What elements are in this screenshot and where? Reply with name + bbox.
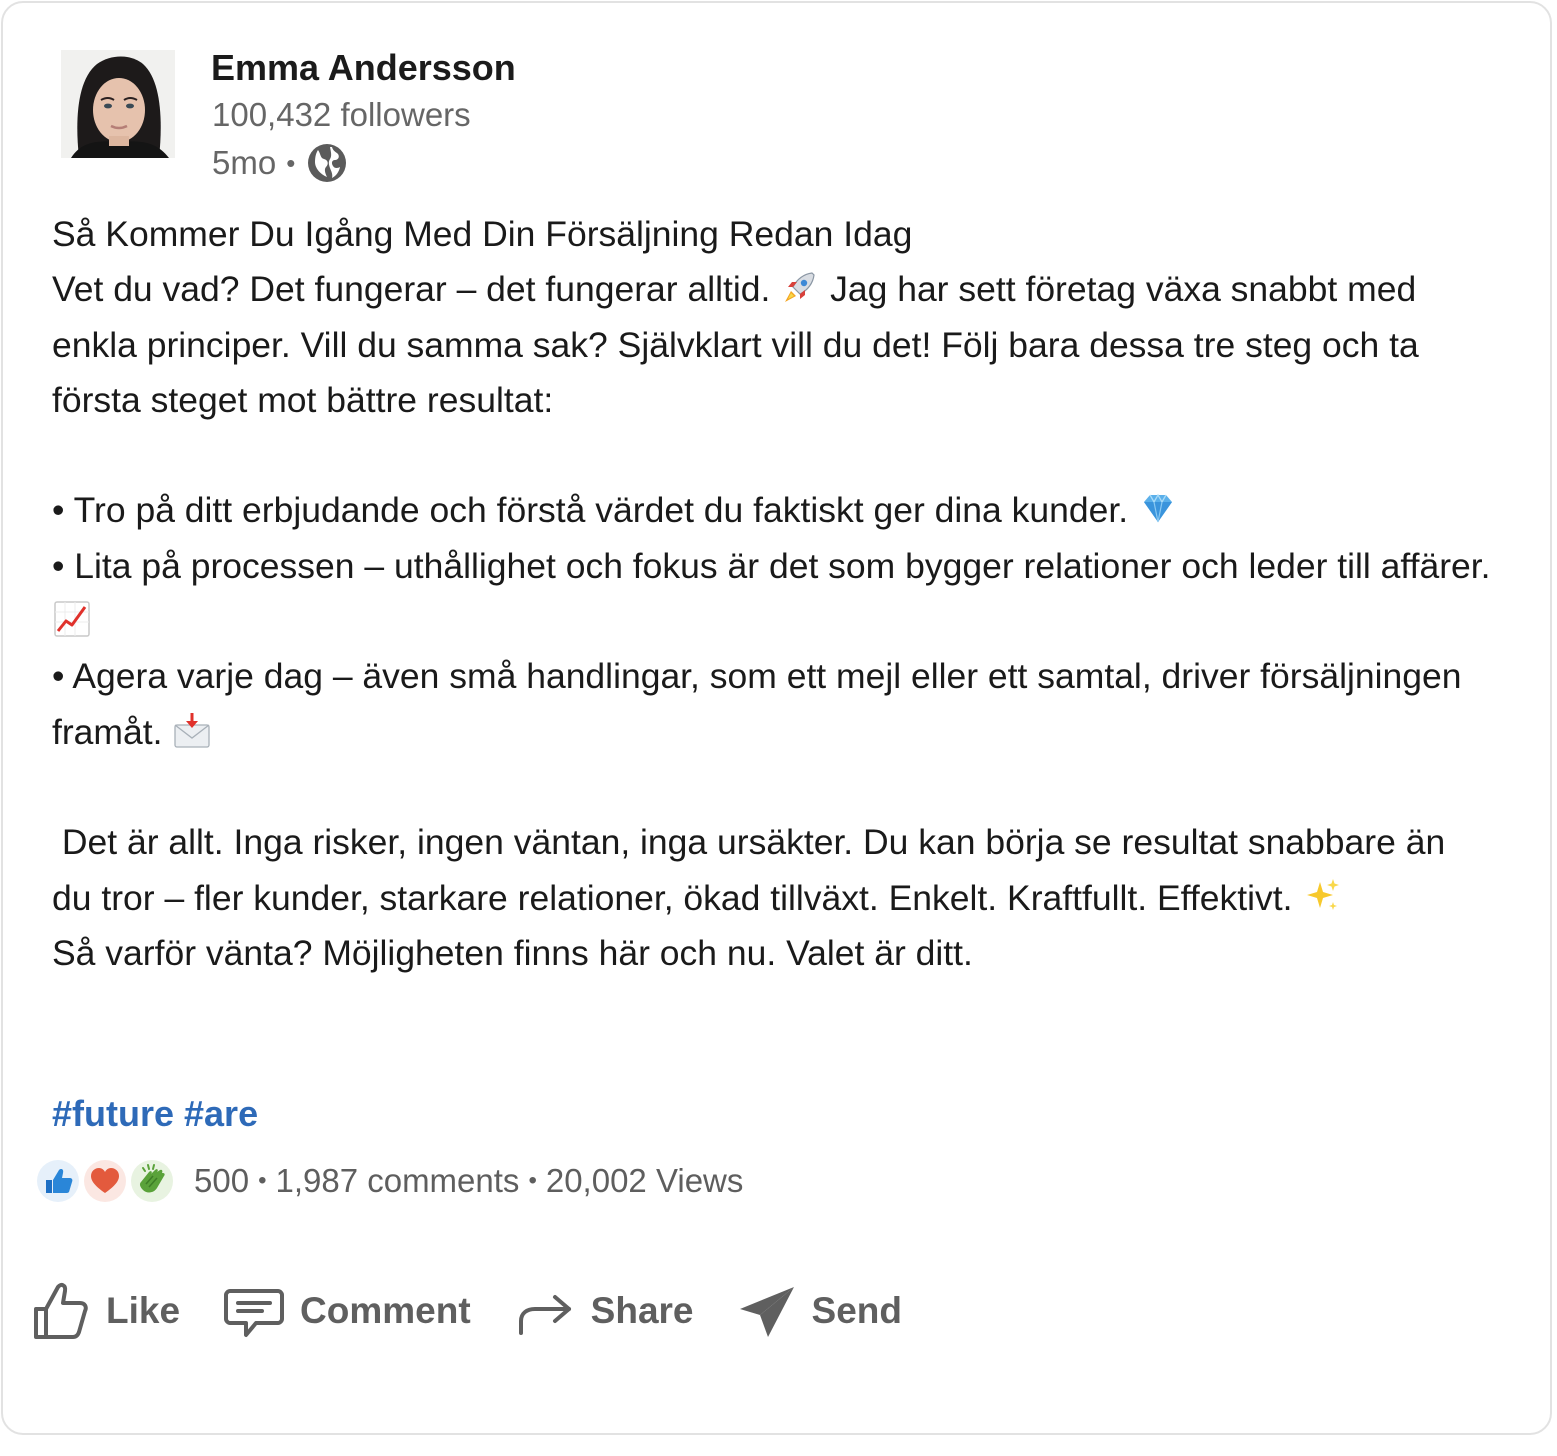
globe-icon: [308, 144, 347, 182]
follower-count: 100,432 followers: [212, 96, 471, 133]
stat-separator: •: [528, 1167, 537, 1194]
hashtag-link[interactable]: #future: [52, 1093, 174, 1134]
post-title: Så Kommer Du Igång Med Din Försäljning R…: [52, 214, 913, 254]
rocket-icon: [785, 272, 815, 303]
post-intro: Vet du vad? Det fungerar – det fungerar …: [52, 262, 1492, 428]
avatar[interactable]: [61, 50, 175, 158]
post-time: 5mo: [212, 144, 277, 181]
like-label: Like: [106, 1290, 181, 1331]
comment-count[interactable]: 1,987 comments: [275, 1162, 519, 1199]
share-arrow-icon: [518, 1295, 571, 1335]
bullet-item-3: • Agera varje dag – även små handlingar,…: [52, 649, 1492, 760]
bullet-item-2: • Lita på processen – uthållighet och fo…: [52, 539, 1492, 650]
post-body: Så Kommer Du Igång Med Din Försäljning R…: [52, 207, 1492, 981]
like-reaction-icon: [37, 1160, 79, 1202]
comment-label: Comment: [300, 1290, 471, 1331]
send-button[interactable]: Send: [736, 1279, 902, 1343]
send-icon: [739, 1287, 794, 1337]
stat-separator: •: [258, 1167, 267, 1194]
closing-text: Det är allt. Inga risker, ingen väntan, …: [52, 822, 1456, 918]
bullet-text-3: • Agera varje dag – även små handlingar,…: [52, 656, 1472, 752]
comment-button[interactable]: Comment: [222, 1279, 471, 1343]
share-button[interactable]: Share: [513, 1279, 694, 1343]
post-meta: 5mo •: [212, 141, 349, 185]
hashtag-link[interactable]: #are: [184, 1093, 258, 1134]
clap-reaction-icon: [131, 1160, 173, 1202]
post-card: Emma Andersson 100,432 followers 5mo • S…: [1, 1, 1552, 1435]
reaction-count[interactable]: 500: [194, 1162, 249, 1199]
thumbs-up-icon: [34, 1282, 88, 1339]
intro-text-a: Vet du vad? Det fungerar – det fungerar …: [52, 269, 771, 310]
action-bar: Like Comment Share Send: [30, 1275, 944, 1347]
share-label: Share: [590, 1290, 694, 1331]
view-count: 20,002 Views: [545, 1162, 744, 1199]
gem-icon: [1143, 494, 1172, 523]
final-line: Så varför vänta? Möjligheten finns här o…: [52, 932, 973, 973]
bullet-text-2: • Lita på processen – uthållighet och fo…: [52, 545, 1491, 586]
bullet-item-1: • Tro på ditt erbjudande och förstå värd…: [52, 483, 1492, 538]
comment-icon: [224, 1289, 285, 1337]
love-reaction-icon: [84, 1160, 126, 1202]
avatar-photo: [61, 50, 175, 158]
chart-increasing-icon: [54, 601, 90, 637]
sparkles-icon: [1307, 878, 1340, 910]
reactions-bar[interactable]: 500 • 1,987 comments • 20,002 Views: [35, 1155, 743, 1207]
closing-paragraph: Det är allt. Inga risker, ingen väntan, …: [52, 815, 1492, 926]
author-name[interactable]: Emma Andersson: [211, 47, 516, 89]
engagement-stats: 500 • 1,987 comments • 20,002 Views: [194, 1162, 743, 1200]
send-label: Send: [811, 1290, 902, 1331]
bullet-text-1: • Tro på ditt erbjudande och förstå värd…: [52, 490, 1129, 531]
meta-separator: •: [286, 147, 296, 178]
like-button[interactable]: Like: [30, 1279, 180, 1343]
hashtags: #future #are: [52, 1093, 268, 1135]
envelope-arrow-icon: [174, 712, 211, 748]
